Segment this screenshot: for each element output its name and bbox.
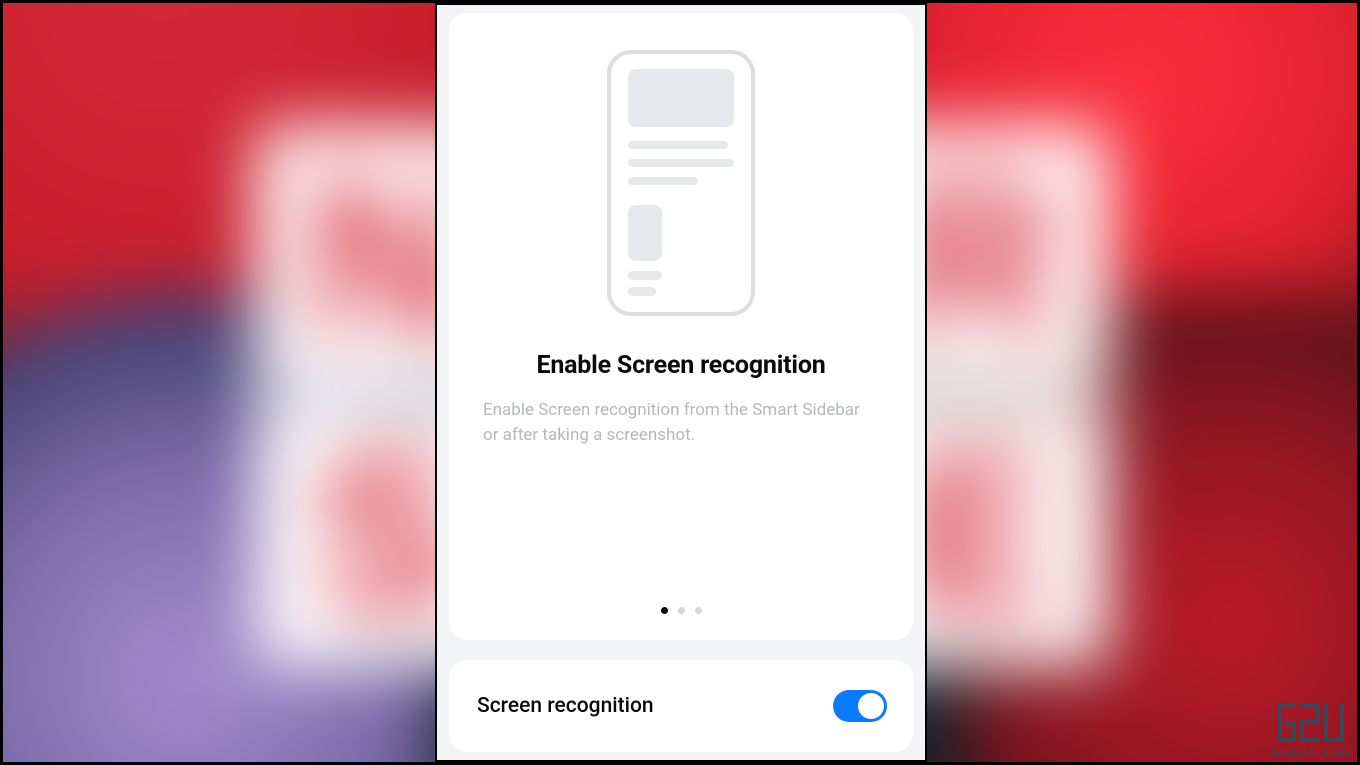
stage: N R S E [0,0,1360,765]
page-dot [695,607,702,614]
setting-label: Screen recognition [477,694,654,718]
onboarding-card[interactable]: Enable Screen recognition Enable Screen … [449,13,913,640]
page-dot [678,607,685,614]
onboarding-title: Enable Screen recognition [536,351,825,380]
onboarding-description: Enable Screen recognition from the Smart… [477,398,885,447]
screen-recognition-row[interactable]: Screen recognition [449,660,913,752]
phone-illustration-icon [606,49,756,321]
page-dot [661,607,668,614]
page-indicator [449,607,913,614]
screen-recognition-toggle[interactable] [833,690,887,722]
settings-panel: Enable Screen recognition Enable Screen … [435,3,927,762]
watermark-logo: GADGETS TO USE [1271,700,1350,757]
watermark-text: GADGETS TO USE [1271,748,1350,757]
